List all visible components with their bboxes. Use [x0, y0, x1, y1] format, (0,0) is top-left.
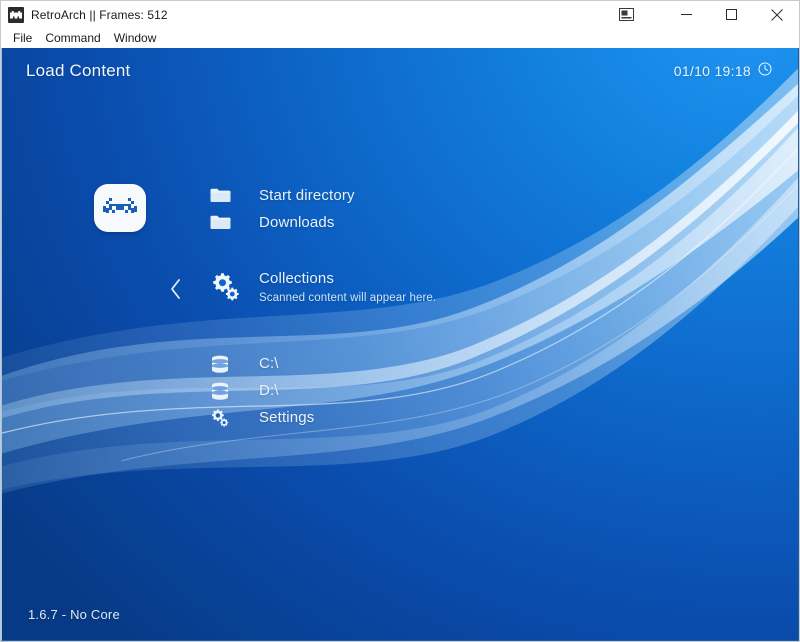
menu-entry-text-wrap: Downloads	[259, 209, 335, 236]
xmb-header: Load Content 01/10 19:18	[2, 48, 798, 94]
gears-icon	[210, 404, 242, 431]
menu-entry-drive-c[interactable]: C:\	[210, 350, 778, 377]
menu-item-window[interactable]: Window	[110, 28, 166, 48]
menu-entry-label: Downloads	[259, 213, 335, 233]
menu-entry-label: Settings	[259, 408, 314, 428]
close-button[interactable]	[754, 1, 799, 28]
menubar: File Command Window	[1, 28, 799, 48]
xmb-inner: Load Content 01/10 19:18	[2, 48, 798, 640]
clock-display: 01/10 19:18	[674, 62, 772, 81]
xmb-menu-list: Start directory Downloads	[210, 182, 778, 431]
folder-icon	[210, 182, 242, 209]
drive-icon	[210, 350, 242, 377]
drive-icon	[210, 377, 242, 404]
menu-entry-text-wrap: Settings	[259, 404, 314, 431]
menu-entry-text-wrap: Start directory	[259, 182, 355, 209]
menu-entry-downloads[interactable]: Downloads	[210, 209, 778, 236]
maximize-button[interactable]	[709, 1, 754, 28]
menu-entry-text-wrap: C:\	[259, 350, 279, 377]
menu-item-command[interactable]: Command	[41, 28, 109, 48]
menu-entry-drive-d[interactable]: D:\	[210, 377, 778, 404]
menu-entry-sublabel: Scanned content will appear here.	[259, 290, 436, 306]
version-status-text: 1.6.7 - No Core	[28, 607, 120, 622]
menu-entry-collections[interactable]: Collections Scanned content will appear …	[210, 269, 778, 317]
clock-text: 01/10 19:18	[674, 63, 751, 79]
chevron-left-icon[interactable]	[164, 276, 186, 302]
menu-entry-label: D:\	[259, 381, 279, 401]
menu-entry-label: Collections	[259, 269, 436, 289]
retroarch-window: RetroArch || Frames: 512	[0, 0, 800, 642]
retroarch-logo-icon	[94, 184, 146, 232]
menu-entry-label: C:\	[259, 354, 279, 374]
menu-item-file[interactable]: File	[9, 28, 41, 48]
xmb-content-area: Load Content 01/10 19:18	[1, 48, 799, 641]
page-title: Load Content	[26, 61, 130, 81]
menu-entry-label: Start directory	[259, 186, 355, 206]
titlebar: RetroArch || Frames: 512	[1, 1, 799, 28]
window-title: RetroArch || Frames: 512	[31, 8, 168, 22]
menu-entry-settings[interactable]: Settings	[210, 404, 778, 431]
retroarch-app-icon	[8, 7, 24, 23]
gears-icon	[210, 269, 242, 303]
folder-icon	[210, 209, 242, 236]
menu-entry-text-wrap: Collections Scanned content will appear …	[259, 269, 436, 306]
menu-entry-start-directory[interactable]: Start directory	[210, 182, 778, 209]
display-switch-icon[interactable]	[606, 1, 646, 28]
minimize-button[interactable]	[664, 1, 709, 28]
clock-icon	[758, 62, 772, 81]
menu-entry-text-wrap: D:\	[259, 377, 279, 404]
